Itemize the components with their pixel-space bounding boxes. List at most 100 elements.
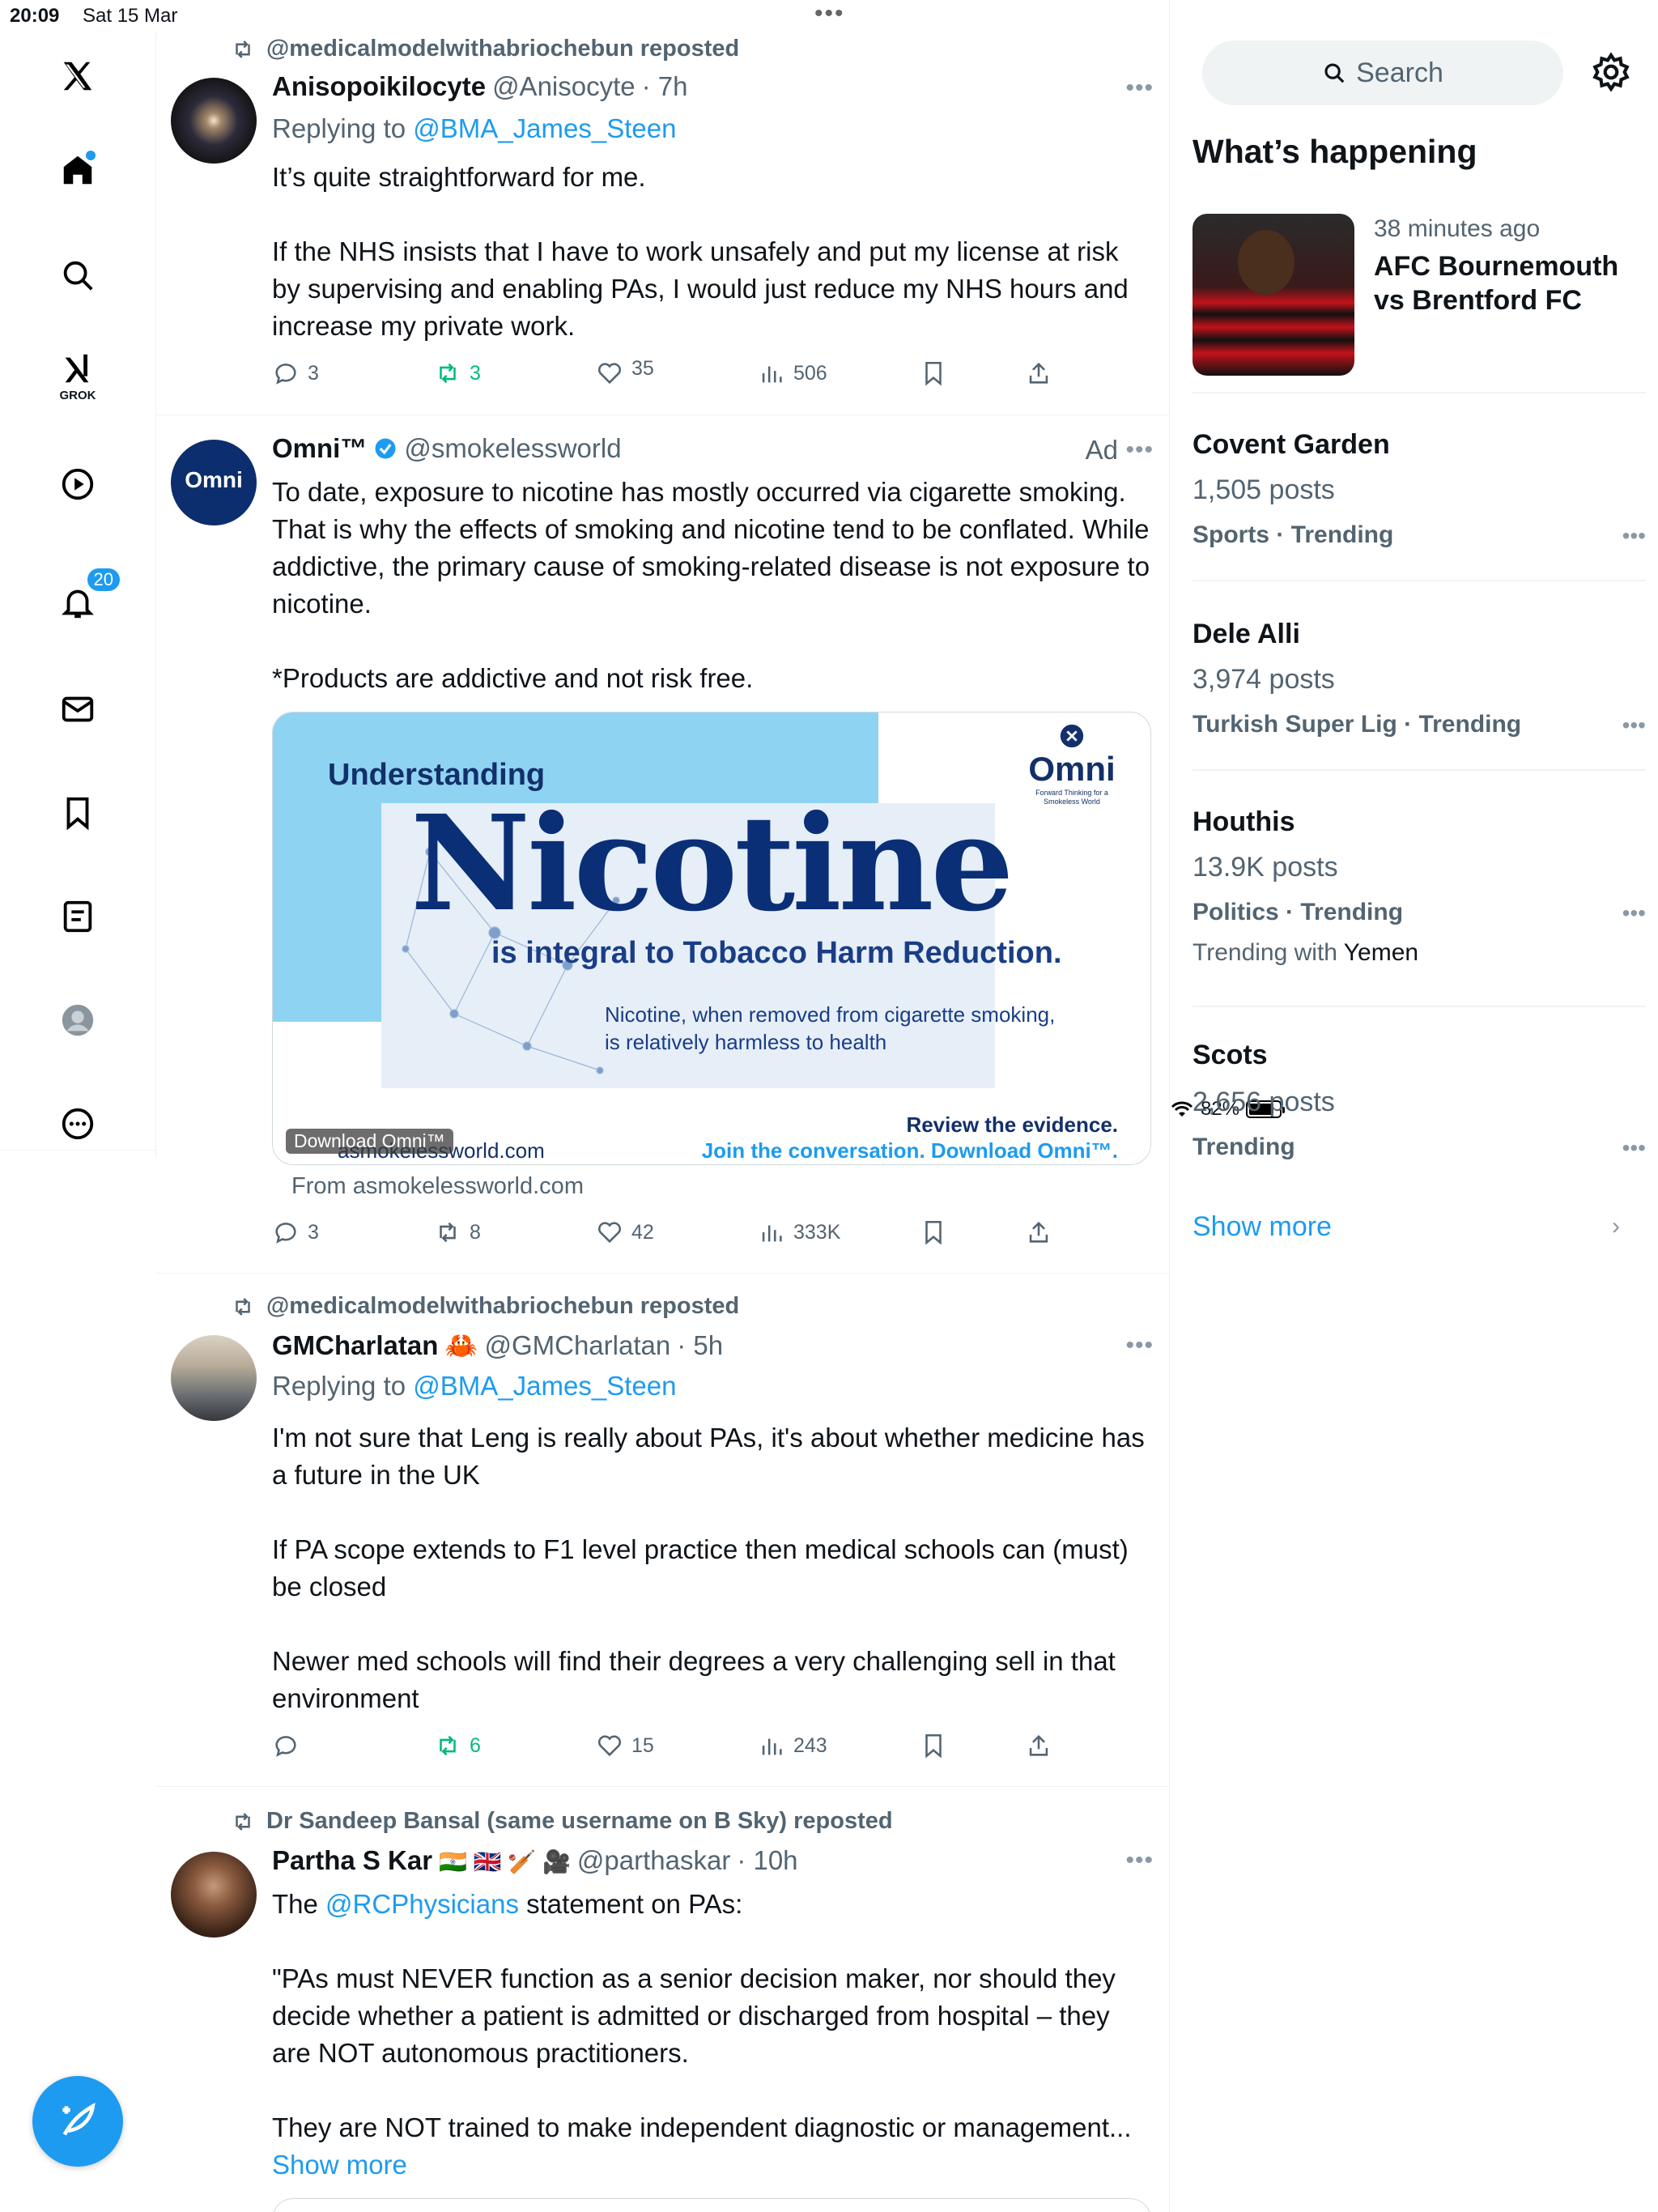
trend-more-button[interactable]: ••• (1622, 523, 1646, 549)
left-nav: GROK 20 (0, 32, 156, 1158)
ad-media-card[interactable]: Understanding Nicotine is integral to To… (272, 712, 1151, 1165)
author-name[interactable]: GMCharlatan (272, 1330, 438, 1361)
trend-item[interactable]: Covent Garden 1,505 posts Sports · Trend… (1192, 393, 1646, 581)
profile-icon[interactable] (53, 996, 102, 1044)
like-count: 35 (631, 356, 654, 380)
trend-item[interactable]: Scots 2,656 posts Trending ••• (1192, 1007, 1646, 1192)
trend-more-button[interactable]: ••• (1622, 713, 1646, 738)
promoted-tweet[interactable]: Omni Omni™ @smokelessworld Ad ••• To dat… (156, 415, 1169, 1274)
compose-post-button[interactable] (32, 2076, 123, 2167)
news-item[interactable]: 38 minutes ago AFC Bournemouth vs Brentf… (1192, 214, 1646, 393)
trend-more-button[interactable]: ••• (1622, 1135, 1646, 1161)
settings-gear-icon[interactable] (1591, 52, 1631, 92)
reply-bubble-icon (275, 364, 296, 385)
views-button[interactable]: 243 (758, 1732, 827, 1759)
like-button[interactable]: 35 (596, 356, 654, 387)
show-more-link[interactable]: Show more (272, 2150, 407, 2180)
share-icon (1029, 362, 1048, 384)
tweet[interactable]: Dr Sandeep Bansal (same username on B Sk… (156, 1787, 1169, 2212)
avatar[interactable]: Omni (171, 440, 257, 525)
tweet-more-button[interactable]: ••• (1125, 1332, 1154, 1359)
bookmark-icon (925, 1220, 942, 1245)
trend-item[interactable]: Dele Alli 3,974 posts Turkish Super Lig … (1192, 581, 1646, 771)
like-count: 15 (631, 1733, 654, 1757)
news-title: AFC Bournemouth vs Brentford FC (1374, 251, 1619, 316)
repost-indicator: @medicalmodelwithabriochebun reposted (231, 1293, 739, 1320)
share-button[interactable] (1025, 1219, 1052, 1246)
trend-more-button[interactable]: ••• (1622, 900, 1646, 926)
trend-meta: Trending (1192, 1134, 1295, 1160)
bookmark-button[interactable] (920, 359, 947, 387)
search-input[interactable]: Search (1202, 40, 1563, 105)
like-button[interactable]: 42 (596, 1219, 654, 1246)
avatar[interactable] (171, 1852, 257, 1938)
author-handle[interactable]: @Anisocyte (492, 71, 636, 102)
video-play-icon[interactable] (53, 460, 102, 508)
repost-button[interactable]: 3 (434, 359, 481, 387)
replying-to: Replying to @BMA_James_Steen (272, 113, 676, 144)
views-chart-icon (762, 1225, 782, 1242)
post-time: · 7h (641, 71, 688, 101)
repost-icon (440, 1735, 456, 1756)
tweet-paragraph: If PA scope extends to F1 level practice… (272, 1534, 1129, 1602)
repost-icon (440, 363, 456, 384)
trend-with: Trending with Yemen (1192, 939, 1418, 967)
views-button[interactable]: 333K (758, 1219, 840, 1246)
author-handle[interactable]: @GMCharlatan (484, 1330, 670, 1361)
replying-to-mention[interactable]: @BMA_James_Steen (413, 113, 676, 143)
tweet-more-button[interactable]: ••• (1125, 74, 1154, 102)
tweet-header: GMCharlatan 🦀 @GMCharlatan · 5h (272, 1330, 723, 1362)
flag-emojis: 🇮🇳 🇬🇧 🏏 🎥 (439, 1849, 571, 1874)
trends-show-more-link[interactable]: Show more (1192, 1211, 1332, 1243)
reply-button[interactable]: 3 (272, 359, 319, 387)
repost-button[interactable]: 6 (434, 1732, 481, 1759)
reply-count: 3 (308, 1220, 319, 1244)
reply-button[interactable]: 3 (272, 1219, 319, 1246)
author-handle[interactable]: @parthaskar (577, 1845, 730, 1876)
like-button[interactable]: 15 (596, 1732, 654, 1759)
tweet-paragraph: "PAs must NEVER function as a senior dec… (272, 1963, 1116, 2068)
x-logo-icon[interactable] (53, 52, 102, 100)
repost-button[interactable]: 8 (434, 1219, 481, 1246)
reply-bubble-icon (275, 1736, 296, 1757)
tweet[interactable]: @medicalmodelwithabriochebun reposted An… (156, 0, 1169, 415)
views-button[interactable]: 506 (758, 359, 827, 387)
media-card-top (272, 2198, 1151, 2212)
views-chart-icon (762, 1738, 782, 1755)
card-headline: Nicotine (410, 787, 1014, 941)
grok-icon[interactable]: GROK (53, 350, 102, 402)
repost-icon (440, 1222, 456, 1243)
home-icon[interactable] (53, 146, 102, 194)
tweet[interactable]: @medicalmodelwithabriochebun reposted GM… (156, 1274, 1169, 1787)
search-icon[interactable] (53, 251, 102, 300)
avatar[interactable] (171, 1335, 257, 1421)
author-name[interactable]: Omni™ (272, 433, 367, 464)
omni-brand-logo: Omni Forward Thinking for a Smokeless Wo… (1027, 722, 1116, 806)
author-name[interactable]: Anisopoikilocyte (272, 71, 486, 102)
repost-label: Dr Sandeep Bansal (same username on B Sk… (266, 1808, 893, 1834)
download-badge[interactable]: Download Omni™ (286, 1129, 453, 1154)
news-time: 38 minutes ago (1374, 215, 1541, 242)
rcp-mention[interactable]: @RCPhysicians (325, 1889, 519, 1919)
bookmark-button[interactable] (920, 1219, 947, 1246)
share-button[interactable] (1025, 1732, 1052, 1759)
view-count: 506 (793, 361, 827, 385)
notifications-bell-icon[interactable]: 20 (53, 567, 121, 627)
heart-icon (597, 1222, 622, 1244)
messages-envelope-icon[interactable] (53, 685, 102, 734)
share-button[interactable] (1025, 359, 1052, 387)
tweet-more-button[interactable]: ••• (1125, 1847, 1154, 1874)
replying-to-mention[interactable]: @BMA_James_Steen (413, 1371, 676, 1401)
more-options-icon[interactable] (53, 1100, 102, 1148)
avatar[interactable] (171, 78, 257, 164)
tweet-more-button[interactable]: ••• (1125, 436, 1154, 464)
reply-button[interactable] (272, 1732, 308, 1759)
trend-item[interactable]: Houthis 13.9K posts Politics · Trending … (1192, 771, 1646, 1007)
bookmark-button[interactable] (920, 1732, 947, 1759)
bookmarks-icon[interactable] (53, 789, 102, 837)
card-source[interactable]: From asmokelessworld.com (291, 1173, 584, 1200)
repost-indicator: Dr Sandeep Bansal (same username on B Sk… (231, 1808, 893, 1835)
author-handle[interactable]: @smokelessworld (404, 433, 621, 464)
lists-icon[interactable] (53, 892, 102, 941)
author-name[interactable]: Partha S Kar (272, 1845, 432, 1876)
